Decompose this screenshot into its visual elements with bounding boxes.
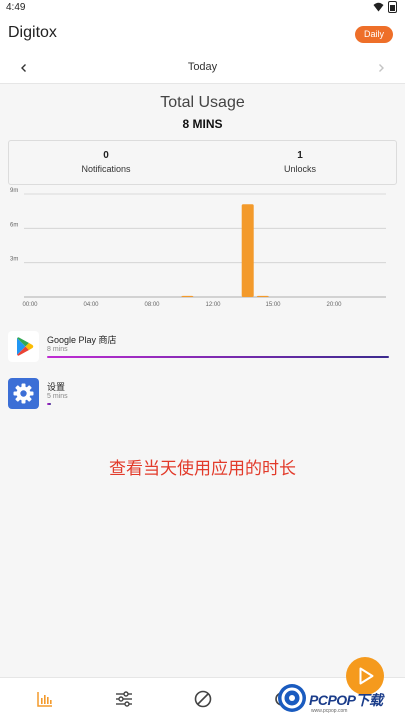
notifications-stat: 0 Notifications <box>9 150 203 174</box>
total-usage-value: 8 MINS <box>182 117 223 131</box>
period-selector-button[interactable]: Daily <box>354 26 393 43</box>
app-row-google-play[interactable]: Google Play 商店 8 mins <box>8 331 393 369</box>
app-time: 5 mins <box>47 393 68 400</box>
chart-y-tick-label: 9m <box>10 188 18 194</box>
status-icons <box>373 1 397 13</box>
unlocks-label: Unlocks <box>283 164 316 174</box>
battery-icon <box>388 1 397 13</box>
app-title: Digitox <box>8 24 57 41</box>
bar-chart-icon <box>37 692 52 707</box>
nav-statistics[interactable] <box>34 688 56 710</box>
caption-text: 查看当天使用应用的时长 <box>109 459 296 479</box>
chart-x-tick-label: 15:00 <box>265 302 281 308</box>
chart-x-tick-label: 00:00 <box>22 302 38 308</box>
total-usage-title: Total Usage <box>160 94 245 111</box>
settings-gear-icon <box>8 378 39 409</box>
status-bar: 4:49 <box>0 0 405 16</box>
usage-bar <box>47 356 389 358</box>
chart-bar <box>256 295 269 297</box>
status-time: 4:49 <box>6 2 26 13</box>
usage-chart: 9m 6m 3m 00:00 04:00 08:00 12:00 15:00 20:00 <box>10 188 386 308</box>
chart-y-tick-label: 6m <box>10 222 18 228</box>
nav-block[interactable] <box>192 688 214 710</box>
stats-card: 0 Notifications 1 Unlocks <box>8 140 397 185</box>
watermark-brand: PCPOP下载 <box>309 692 383 708</box>
app-time: 8 mins <box>47 346 68 353</box>
chart-x-tick-label: 04:00 <box>83 302 99 308</box>
watermark-sub: www.pcpop.com <box>311 708 348 714</box>
chart-y-tick-label: 3m <box>10 257 18 263</box>
pcpop-logo-icon <box>278 684 306 712</box>
chart-bar <box>181 295 194 297</box>
usage-bar <box>47 403 52 405</box>
chart-bar <box>241 204 254 297</box>
block-icon <box>194 690 212 708</box>
wifi-icon <box>373 2 384 12</box>
pcpop-watermark: PCPOP下载 www.pcpop.com <box>278 684 405 718</box>
unlocks-count: 1 <box>297 150 303 161</box>
app-name: 设置 <box>47 382 66 392</box>
nav-filters[interactable] <box>113 688 135 710</box>
notifications-count: 0 <box>103 150 109 161</box>
chart-x-tick-label: 08:00 <box>144 302 160 308</box>
chevron-right-icon <box>379 64 384 72</box>
google-play-icon <box>8 331 39 362</box>
next-day-button[interactable] <box>371 58 391 78</box>
date-nav: Today <box>0 52 405 84</box>
chart-x-tick-label: 20:00 <box>326 302 342 308</box>
sliders-icon <box>116 691 132 707</box>
app-bar: Digitox Daily <box>0 16 405 52</box>
chart-x-tick-label: 12:00 <box>205 302 221 308</box>
app-name: Google Play 商店 <box>47 335 117 345</box>
unlocks-stat: 1 Unlocks <box>203 150 397 174</box>
notifications-label: Notifications <box>81 164 131 174</box>
app-row-settings[interactable]: 设置 5 mins <box>8 378 393 416</box>
date-label: Today <box>187 61 218 73</box>
